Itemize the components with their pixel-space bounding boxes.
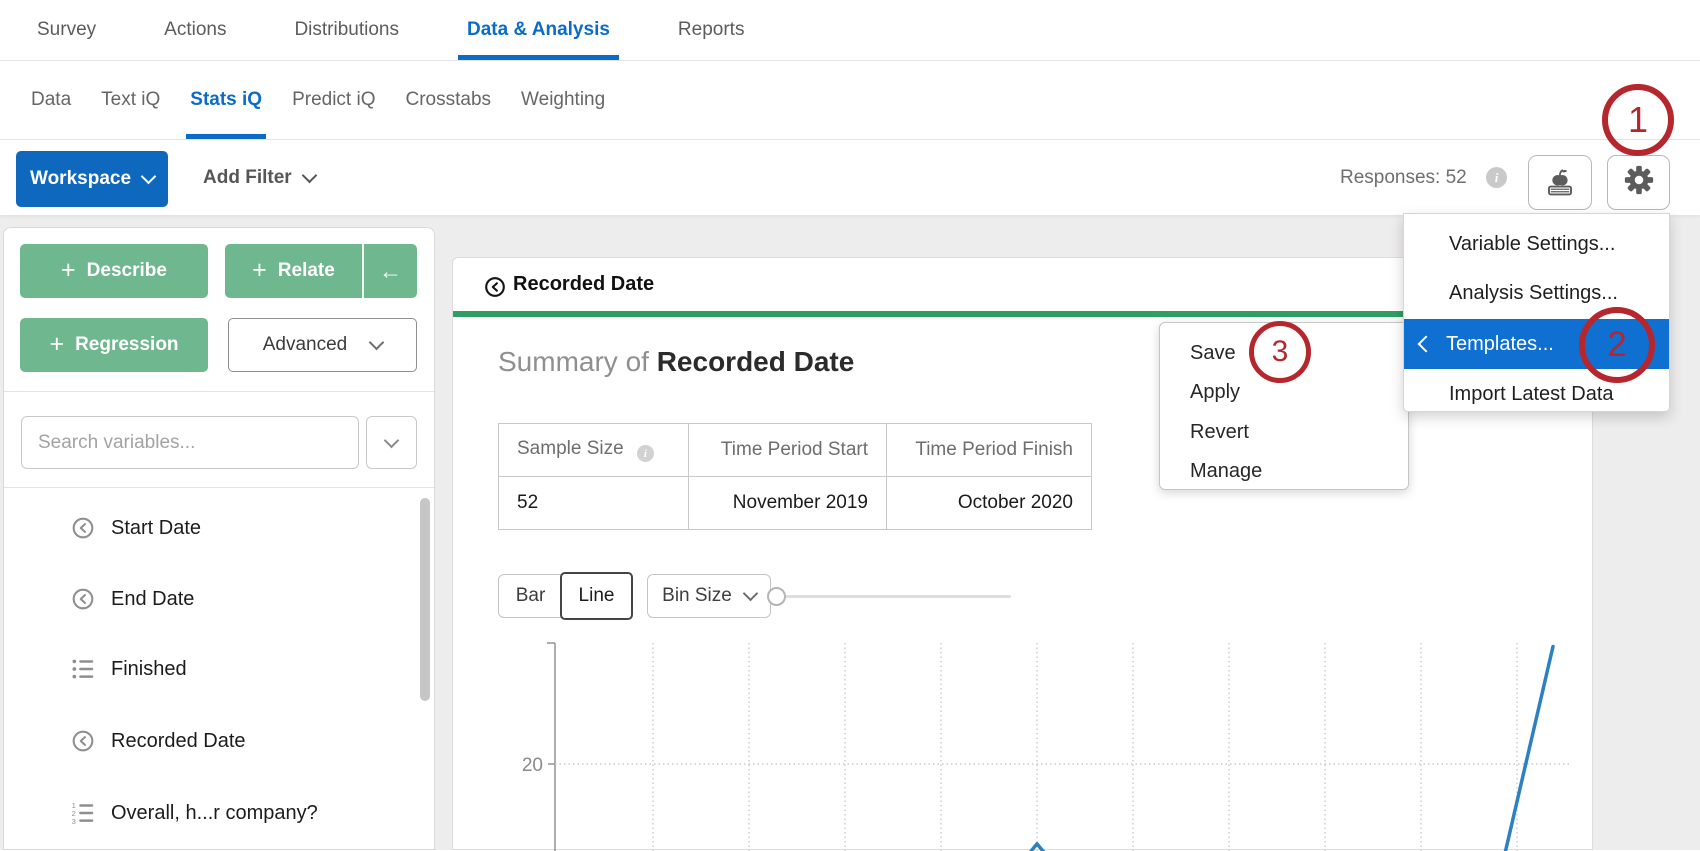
templates-label: Templates... — [1446, 333, 1554, 356]
workspace-dropdown-button[interactable]: Workspace — [16, 151, 168, 207]
table-value-row: 52 November 2019 October 2020 — [499, 477, 1092, 530]
header-time-period-finish: Time Period Finish — [887, 424, 1092, 477]
responses-info-icon[interactable]: i — [1486, 167, 1507, 188]
header-time-period-start: Time Period Start — [689, 424, 887, 477]
summary-prefix: Summary of — [498, 346, 657, 377]
bin-size-slider-track — [785, 595, 1011, 598]
learning-resources-button[interactable] — [1528, 155, 1592, 210]
line-toggle-button[interactable]: Line — [560, 572, 633, 620]
sidebar-scrollbar-thumb[interactable] — [420, 498, 430, 701]
relate-button[interactable]: + Relate — [225, 244, 362, 298]
workspace-label: Workspace — [30, 168, 131, 190]
clock-icon — [483, 275, 507, 299]
settings-gear-button[interactable] — [1607, 155, 1670, 210]
advanced-dropdown-button[interactable]: Advanced — [228, 318, 417, 372]
top-navigation: Survey Actions Distributions Data & Anal… — [0, 0, 1700, 61]
subtab-crosstabs[interactable]: Crosstabs — [406, 61, 492, 139]
subtab-predict-iq[interactable]: Predict iQ — [292, 61, 375, 139]
variable-item-end-date[interactable]: End Date — [4, 575, 420, 623]
value-time-period-finish: October 2020 — [887, 477, 1092, 530]
plus-icon: + — [61, 258, 76, 283]
bin-size-label: Bin Size — [662, 585, 732, 607]
tab-distributions[interactable]: Distributions — [294, 0, 399, 60]
stats-iq-sidebar: + Describe + Relate ← + Regression Advan… — [3, 227, 435, 850]
divider — [4, 391, 434, 392]
annotation-step-1: 1 — [1602, 84, 1674, 156]
bar-toggle-button[interactable]: Bar — [498, 574, 563, 618]
tab-survey[interactable]: Survey — [37, 0, 96, 60]
svg-text:3: 3 — [72, 817, 76, 826]
relate-button-group: + Relate ← — [225, 244, 417, 298]
annotation-step-3: 3 — [1249, 321, 1311, 383]
variable-label: End Date — [111, 588, 194, 611]
divider — [4, 487, 434, 488]
summary-table: Sample Size i Time Period Start Time Per… — [498, 423, 1092, 530]
summary-heading: Summary of Recorded Date — [498, 346, 854, 378]
subtab-weighting[interactable]: Weighting — [521, 61, 605, 139]
responses-count: Responses: 52 — [1340, 140, 1467, 215]
tab-reports[interactable]: Reports — [678, 0, 745, 60]
regression-button[interactable]: + Regression — [20, 318, 208, 372]
summary-subject: Recorded Date — [657, 346, 855, 377]
menu-item-revert[interactable]: Revert — [1160, 412, 1408, 452]
annotation-step-2: 2 — [1579, 307, 1655, 383]
tab-actions[interactable]: Actions — [164, 0, 226, 60]
numbered-list-icon: 1 2 3 — [70, 800, 96, 826]
value-time-period-start: November 2019 — [689, 477, 887, 530]
regression-label: Regression — [75, 334, 178, 356]
bin-size-dropdown[interactable]: Bin Size — [647, 574, 771, 618]
workspace-toolbar: Workspace Add Filter Responses: 52 i — [0, 140, 1700, 215]
chevron-left-icon — [1418, 336, 1435, 353]
tab-data-and-analysis[interactable]: Data & Analysis — [467, 0, 610, 60]
chevron-down-icon — [301, 167, 317, 183]
sub-navigation: Data Text iQ Stats iQ Predict iQ Crossta… — [0, 61, 1700, 140]
table-header-row: Sample Size i Time Period Start Time Per… — [499, 424, 1092, 477]
search-filter-dropdown-button[interactable] — [366, 416, 417, 469]
variable-label: Recorded Date — [111, 730, 246, 753]
relate-label: Relate — [278, 260, 335, 282]
variable-item-overall-company[interactable]: 1 2 3 Overall, h...r company? — [4, 789, 420, 837]
gear-icon — [1622, 163, 1656, 202]
describe-label: Describe — [87, 260, 167, 282]
y-axis-tick-label: 20 — [522, 755, 543, 776]
variable-label: Start Date — [111, 517, 201, 540]
menu-item-manage[interactable]: Manage — [1160, 451, 1408, 491]
chart-data-line — [555, 647, 1553, 851]
value-sample-size: 52 — [499, 477, 689, 530]
bulleted-list-icon — [70, 656, 96, 682]
sample-size-info-icon[interactable]: i — [637, 445, 654, 462]
search-variables-input[interactable] — [21, 416, 359, 469]
response-line-chart: 20 — [453, 631, 1594, 851]
variable-item-start-date[interactable]: Start Date — [4, 504, 420, 552]
plus-icon: + — [49, 332, 64, 357]
apple-book-icon — [1542, 162, 1578, 203]
clock-icon — [70, 728, 96, 754]
describe-button[interactable]: + Describe — [20, 244, 208, 298]
header-sample-size: Sample Size i — [499, 424, 689, 477]
bin-size-slider-handle[interactable] — [767, 587, 786, 606]
variable-item-finished[interactable]: Finished — [4, 645, 420, 693]
clock-icon — [70, 515, 96, 541]
subtab-stats-iq[interactable]: Stats iQ — [190, 61, 262, 139]
left-arrow-icon: ← — [379, 258, 402, 285]
chevron-down-icon — [141, 169, 157, 185]
chevron-down-icon — [743, 586, 759, 602]
clock-icon — [70, 586, 96, 612]
variable-item-recorded-date[interactable]: Recorded Date — [4, 717, 420, 765]
plus-icon: + — [252, 258, 267, 283]
collapse-panel-button[interactable]: ← — [364, 244, 417, 298]
card-title: Recorded Date — [513, 273, 654, 296]
menu-item-analysis-settings[interactable]: Analysis Settings... — [1404, 273, 1669, 313]
variable-label: Overall, h...r company? — [111, 802, 318, 825]
add-filter-label: Add Filter — [203, 167, 292, 189]
variable-label: Finished — [111, 658, 187, 681]
subtab-data[interactable]: Data — [31, 61, 71, 139]
menu-item-variable-settings[interactable]: Variable Settings... — [1404, 224, 1669, 264]
advanced-label: Advanced — [263, 334, 348, 356]
subtab-text-iq[interactable]: Text iQ — [101, 61, 160, 139]
add-filter-dropdown[interactable]: Add Filter — [203, 140, 315, 215]
chevron-down-icon — [384, 432, 400, 448]
chevron-down-icon — [369, 335, 385, 351]
